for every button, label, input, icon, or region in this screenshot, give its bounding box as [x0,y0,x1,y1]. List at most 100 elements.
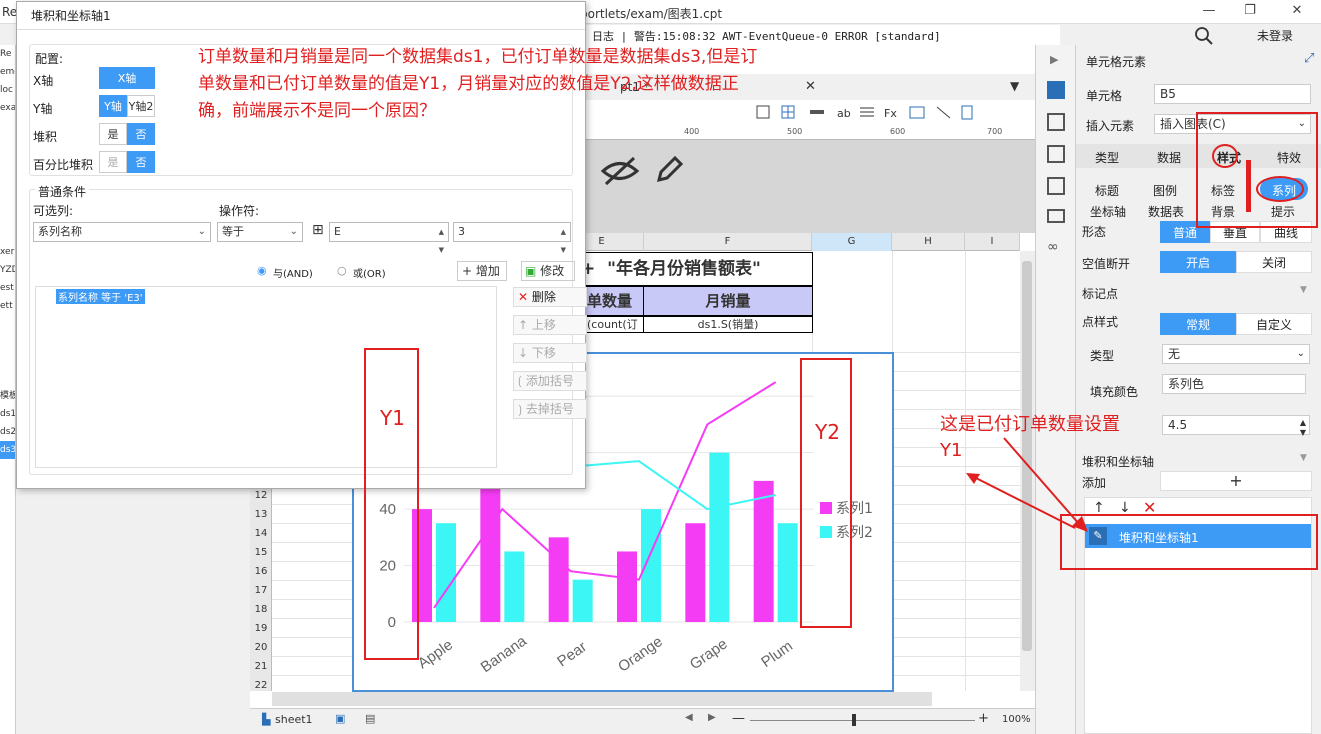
y-axis-option-1[interactable]: Y轴 [99,95,127,117]
tab-type[interactable]: 类型 [1092,149,1122,166]
row-num[interactable]: 15 [250,543,272,562]
search-icon[interactable] [1194,26,1214,46]
cell-element-icon[interactable] [1047,81,1065,99]
tab-close-icon[interactable]: ✕ [805,79,816,94]
login-link[interactable]: 未登录 [1257,27,1293,44]
tab-menu-icon[interactable]: ▼ [1010,79,1019,93]
report-title-cell[interactable]: + "年各月份销售额表" [560,252,813,286]
value-cell-input[interactable]: E ▲ ▼ [329,222,449,254]
cell-pick-icon[interactable]: ⊞ [312,222,324,238]
row-num[interactable]: 20 [250,638,272,657]
zoom-out-icon[interactable]: — [732,711,745,726]
delete-condition-button[interactable]: ✕ 删除 [513,287,587,307]
hide-icon[interactable] [600,156,640,186]
pin-icon[interactable]: ⤢ [1304,51,1314,66]
row-num[interactable]: 14 [250,524,272,543]
left-panel-item[interactable]: ds2 [0,423,15,441]
left-panel-item[interactable]: est [0,279,15,297]
fill-color-input[interactable]: 系列色 [1162,374,1306,394]
zoom-in-icon[interactable]: + [978,711,989,726]
condition-item[interactable]: 系列名称 等于 'E3' [56,289,145,304]
and-radio-icon[interactable]: ◉ [257,264,267,277]
col-f[interactable]: F [644,233,812,251]
row-num[interactable]: 19 [250,619,272,638]
percent-yes[interactable]: 是 [99,151,127,173]
null-on[interactable]: 开启 [1160,251,1236,273]
left-panel-item[interactable] [0,207,15,225]
cell-attr-icon[interactable] [1047,113,1065,131]
col-h[interactable]: H [892,233,965,251]
y-axis-option-2[interactable]: Y轴2 [127,95,155,117]
left-panel-item[interactable] [0,333,15,351]
col-i[interactable]: I [965,233,1020,251]
value-number-input[interactable]: 3 ▲ ▼ [453,222,571,254]
left-panel-item[interactable] [0,351,15,369]
stack-no[interactable]: 否 [127,123,155,145]
add-sheet-icon[interactable]: ▣ [335,712,345,725]
cell-input[interactable]: B5 [1154,84,1311,104]
size-spinner[interactable]: 4.5 ▲ ▼ [1162,415,1310,437]
marker-section[interactable]: 标记点 ▼ [1076,281,1316,303]
left-panel-item[interactable]: ds1 [0,405,15,423]
add-report-icon[interactable]: ▤ [365,712,375,725]
add-condition-button[interactable]: + 增加 [457,261,507,281]
horizontal-scrollbar[interactable] [272,692,932,706]
spinner-down-icon[interactable]: ▼ [1300,424,1306,442]
add-stack-button[interactable]: + [1160,471,1312,491]
left-panel-item[interactable]: loc [0,81,15,99]
link-icon[interactable]: ∞ [1047,239,1059,255]
left-panel-item[interactable] [0,117,15,135]
left-panel-item[interactable]: Re [0,45,15,63]
modify-condition-button[interactable]: ▣ 修改 [521,261,575,281]
row-num[interactable]: 21 [250,657,272,676]
left-panel-item[interactable] [0,369,15,387]
scroll-right-icon[interactable]: ▶ [708,712,716,723]
point-style-custom[interactable]: 自定义 [1236,313,1312,335]
percent-no[interactable]: 否 [127,151,155,173]
header-monthly-sales[interactable]: 月销量 [643,286,813,316]
type-dropdown[interactable]: 无 ⌄ [1162,344,1310,364]
remove-bracket-button[interactable]: ⟯ 去掉括号 [513,399,587,419]
subtab-title[interactable]: 标题 [1092,182,1122,199]
left-panel-item[interactable]: exa [0,99,15,117]
left-panel-item[interactable]: emo [0,63,15,81]
row-num[interactable]: 16 [250,562,272,581]
float-icon[interactable] [1047,145,1065,163]
spinner-icon[interactable]: ▲ ▼ [561,223,566,259]
column-select[interactable]: 系列名称 ⌄ [33,222,211,242]
widget-icon[interactable] [1047,177,1065,195]
left-panel-item[interactable] [0,153,15,171]
row-num[interactable]: 17 [250,581,272,600]
row-num[interactable]: 22 [250,676,272,695]
zoom-handle[interactable] [852,714,856,726]
null-off[interactable]: 关闭 [1236,251,1312,273]
add-bracket-button[interactable]: ⟮ 添加括号 [513,371,587,391]
close-icon[interactable]: ✕ [1287,3,1307,18]
left-panel-item[interactable] [0,171,15,189]
row-num[interactable]: 18 [250,600,272,619]
left-panel-item[interactable] [0,315,15,333]
subtab-legend[interactable]: 图例 [1150,182,1180,199]
sheet-tab[interactable]: sheet1 [275,713,313,726]
zoom-slider[interactable] [750,720,975,721]
left-panel-item[interactable] [0,189,15,207]
move-down-button[interactable]: ↓ 下移 [513,343,587,363]
subtab-datasheet[interactable]: 数据表 [1146,203,1186,220]
minimize-icon[interactable]: — [1199,3,1219,18]
row-num[interactable]: 13 [250,505,272,524]
stack-yes[interactable]: 是 [99,123,127,145]
collapse-icon[interactable]: ▶ [1050,53,1058,66]
edit-pencil-icon[interactable] [653,154,685,186]
left-panel-item[interactable] [0,225,15,243]
point-style-normal[interactable]: 常规 [1160,313,1236,335]
subtab-axis[interactable]: 坐标轴 [1086,203,1130,220]
left-panel-item[interactable]: xer [0,243,15,261]
left-panel-item[interactable] [0,135,15,153]
maximize-icon[interactable]: ❐ [1240,3,1260,18]
move-up-button[interactable]: ↑ 上移 [513,315,587,335]
x-axis-option[interactable]: X轴 [99,67,155,89]
left-panel-item[interactable]: ds3 [0,441,15,459]
spinner-icon[interactable]: ▲ ▼ [439,223,444,259]
cell-f3[interactable]: ds1.S(销量) [643,316,813,333]
toolbar-icons[interactable]: ab Fx [752,104,1012,122]
